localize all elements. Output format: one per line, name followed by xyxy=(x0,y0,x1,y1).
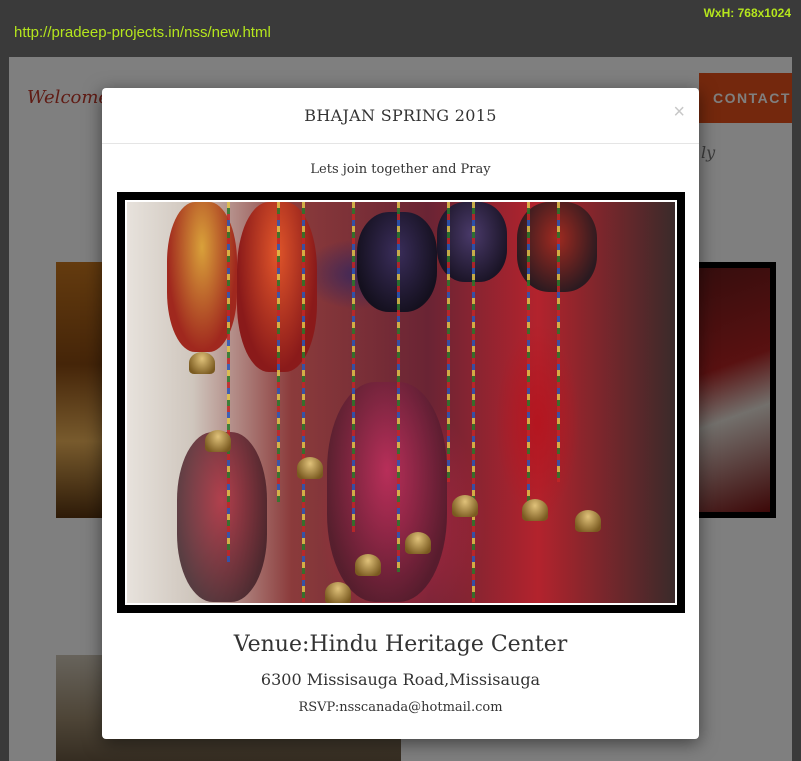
event-photo-frame xyxy=(125,200,677,605)
event-modal: BHAJAN SPRING 2015 × Lets join together … xyxy=(102,88,699,739)
close-button[interactable]: × xyxy=(673,102,685,122)
modal-title: BHAJAN SPRING 2015 xyxy=(304,106,497,125)
address-text: 6300 Missisauga Road,Missisauga xyxy=(260,670,541,689)
viewport-dimensions: WxH: 768x1024 xyxy=(703,6,791,20)
event-photo xyxy=(117,192,685,613)
rsvp-text: RSVP:nsscanada@hotmail.com xyxy=(298,700,503,715)
url-text[interactable]: http://pradeep-projects.in/nss/new.html xyxy=(14,24,271,41)
venue-text: Venue:Hindu Heritage Center xyxy=(233,632,568,657)
browser-top-bar: http://pradeep-projects.in/nss/new.html … xyxy=(0,0,801,57)
modal-subtitle: Lets join together and Pray xyxy=(310,162,491,177)
modal-header: BHAJAN SPRING 2015 × xyxy=(102,88,699,144)
